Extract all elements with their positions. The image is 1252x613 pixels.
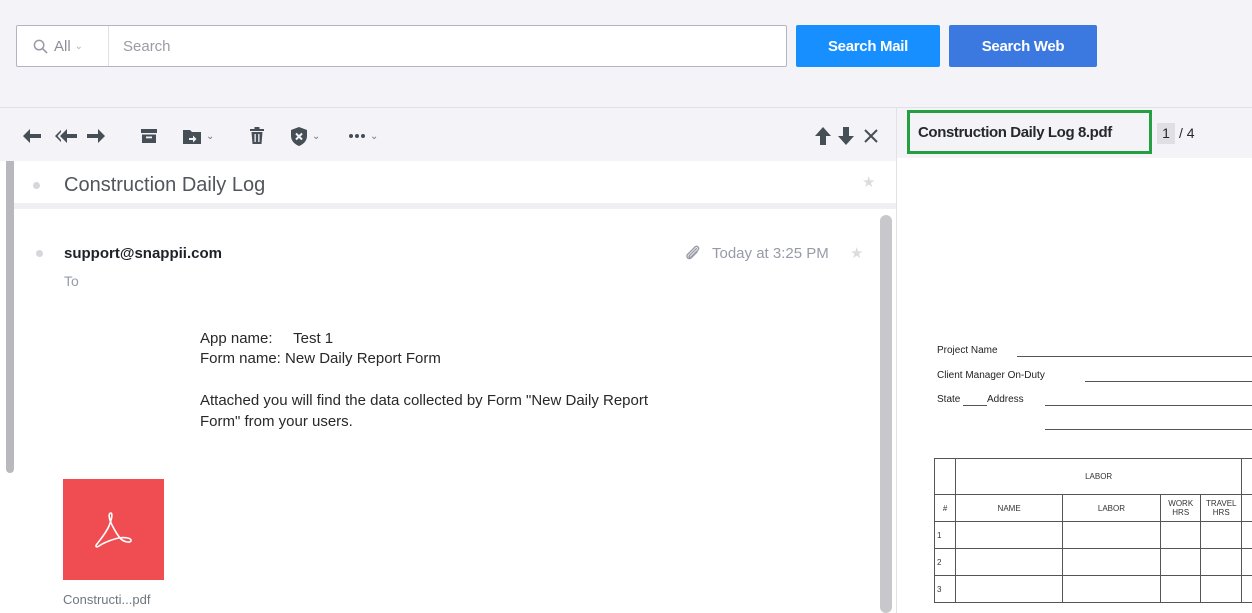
forward-icon[interactable]	[86, 125, 106, 147]
reply-icon[interactable]	[22, 125, 42, 147]
row-number: 1	[933, 521, 957, 549]
pdf-labor-heading: LABOR	[955, 458, 1242, 495]
subject-row: Construction Daily Log ★	[14, 161, 896, 209]
more-icon[interactable]: ⌄	[348, 125, 378, 147]
attachment-file-name[interactable]: Constructi...pdf	[63, 592, 150, 607]
chevron-down-icon: ⌄	[370, 130, 379, 142]
sender-address[interactable]: support@snappii.com	[64, 245, 222, 262]
pdf-preview-pane: Construction Daily Log 8.pdf 1 / 4 Proje…	[896, 108, 1252, 613]
pdf-field-line	[1045, 405, 1252, 406]
attached-info-line-2: Form" from your users.	[200, 413, 353, 430]
search-web-button[interactable]: Search Web	[949, 25, 1097, 67]
message-pane: Construction Daily Log ★ support@snappii…	[0, 161, 896, 613]
star-icon[interactable]: ★	[862, 173, 875, 191]
pdf-field-line	[1045, 429, 1252, 430]
table-header-cell: NAME	[955, 494, 1063, 522]
table-row: 3	[933, 575, 1252, 603]
previous-message-icon[interactable]	[815, 125, 831, 147]
message-subject: Construction Daily Log	[64, 174, 266, 196]
search-icon	[33, 39, 48, 54]
pdf-icon	[95, 512, 132, 548]
row-number: 2	[933, 548, 957, 576]
pdf-address-label: Address	[987, 394, 1024, 405]
table-row: 1	[933, 521, 1252, 549]
form-name-line: Form name: New Daily Report Form	[200, 350, 441, 367]
unread-dot[interactable]	[33, 182, 40, 189]
pdf-state-label: State	[937, 394, 961, 405]
pdf-field-line	[1017, 356, 1252, 357]
mail-app: All ⌄ Search Mail Search Web ⌄	[0, 0, 1252, 613]
read-dot[interactable]	[36, 250, 43, 257]
message-toolbar: ⌄ ⌄ ⌄	[0, 113, 896, 161]
table-header-cell: WORK HRS	[1159, 494, 1202, 522]
table-row: 2	[933, 548, 1252, 576]
search-box: All ⌄	[16, 25, 787, 67]
table-header-cell: LABOR	[1061, 494, 1161, 522]
pdf-file-title-highlight: Construction Daily Log 8.pdf	[907, 110, 1152, 154]
search-scope-dropdown[interactable]: All ⌄	[17, 26, 109, 66]
pdf-attachment-thumbnail[interactable]	[63, 479, 164, 580]
chevron-down-icon: ⌄	[74, 40, 84, 52]
close-icon[interactable]	[864, 125, 878, 147]
star-icon[interactable]: ★	[850, 244, 863, 262]
next-message-icon[interactable]	[838, 125, 854, 147]
attached-info-line-1: Attached you will find the data collecte…	[200, 392, 649, 409]
pdf-preview-header: Construction Daily Log 8.pdf 1 / 4	[897, 108, 1252, 158]
pdf-project-name-label: Project Name	[937, 345, 998, 356]
table-header-row: # NAME LABOR WORK HRS TRAVEL HRS	[933, 494, 1252, 522]
table-row: LABOR	[933, 458, 1252, 495]
pdf-current-page[interactable]: 1	[1157, 123, 1175, 144]
move-icon[interactable]: ⌄	[182, 125, 214, 147]
pdf-field-line	[963, 405, 987, 406]
pdf-client-manager-label: Client Manager On-Duty	[937, 370, 1045, 381]
search-input[interactable]	[109, 26, 786, 66]
paperclip-icon	[686, 245, 700, 260]
recipient-label: To	[64, 273, 79, 289]
search-scope-label: All	[54, 37, 71, 55]
chevron-down-icon: ⌄	[312, 130, 321, 142]
conversation-scrollbar[interactable]	[6, 161, 14, 473]
message-scrollbar[interactable]	[880, 215, 892, 613]
reply-all-icon[interactable]	[54, 125, 78, 147]
search-mail-button[interactable]: Search Mail	[796, 25, 940, 67]
pdf-field-line	[1085, 381, 1252, 382]
spam-icon[interactable]: ⌄	[290, 125, 320, 147]
table-header-cell: #	[933, 494, 957, 522]
pdf-file-title: Construction Daily Log 8.pdf	[918, 124, 1112, 141]
app-name-line: App name: Test 1	[200, 330, 334, 347]
archive-icon[interactable]	[140, 125, 158, 147]
pdf-labor-table: LABOR # NAME LABOR WORK HRS TRAVEL HRS 1…	[933, 458, 1252, 603]
pdf-page-view[interactable]: Project Name Client Manager On-Duty Stat…	[897, 158, 1252, 613]
table-header-cell: TRAVEL HRS	[1200, 494, 1242, 522]
row-number: 3	[933, 575, 957, 603]
delete-icon[interactable]	[249, 125, 265, 147]
message-time: Today at 3:25 PM	[712, 245, 829, 262]
pdf-page-total: / 4	[1179, 125, 1195, 141]
search-header: All ⌄ Search Mail Search Web	[0, 0, 1252, 108]
chevron-down-icon: ⌄	[206, 130, 215, 142]
